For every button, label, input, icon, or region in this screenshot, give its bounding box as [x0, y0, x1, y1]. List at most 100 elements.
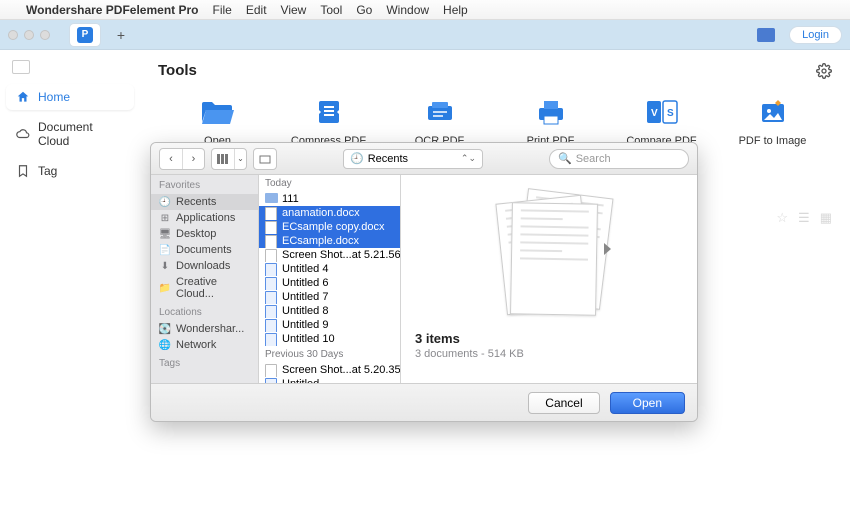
- traffic-light-minimize[interactable]: [24, 30, 34, 40]
- menu-help[interactable]: Help: [443, 3, 468, 17]
- settings-button[interactable]: [816, 63, 832, 79]
- document-icon: [265, 235, 277, 247]
- file-row[interactable]: anamation.docx: [259, 206, 400, 220]
- app-tab[interactable]: P: [70, 24, 100, 46]
- language-flag-icon[interactable]: [757, 28, 775, 42]
- sidebar-recents[interactable]: 🕘Recents: [151, 194, 258, 210]
- image-icon: [265, 249, 277, 261]
- sidebar-section-locations: Locations: [151, 302, 258, 321]
- tool-compare[interactable]: VS Compare PDF: [612, 97, 712, 147]
- cancel-button[interactable]: Cancel: [528, 392, 599, 414]
- document-icon: [265, 305, 277, 317]
- system-menubar: Wondershare PDFelement Pro File Edit Vie…: [0, 0, 850, 20]
- view-mode-segment: ⌄: [211, 148, 247, 170]
- printer-icon: [533, 97, 569, 127]
- sidebar-section-tags: Tags: [151, 353, 258, 372]
- group-button[interactable]: [254, 149, 276, 169]
- file-name: Untitled 4: [282, 263, 328, 275]
- file-list-column: Today 111anamation.docxECsample copy.doc…: [259, 175, 401, 383]
- clock-icon: 🕘: [350, 152, 364, 165]
- menu-view[interactable]: View: [281, 3, 307, 17]
- compress-icon: [311, 97, 347, 127]
- next-column-icon[interactable]: [604, 243, 611, 255]
- file-row[interactable]: Screen Shot...at 5.21.56 PM: [259, 248, 400, 262]
- file-name: Untitled 6: [282, 277, 328, 289]
- preview-subtitle: 3 documents - 514 KB: [415, 348, 524, 360]
- forward-button[interactable]: ›: [182, 149, 204, 169]
- preview-title: 3 items: [415, 331, 524, 346]
- traffic-light-close[interactable]: [8, 30, 18, 40]
- sidebar-downloads[interactable]: ⬇Downloads: [151, 258, 258, 274]
- file-name: Screen Shot...at 5.21.56 PM: [282, 249, 400, 261]
- star-icon[interactable]: ☆: [776, 210, 788, 226]
- file-name: ECsample copy.docx: [282, 221, 385, 233]
- login-button[interactable]: Login: [789, 26, 842, 44]
- file-row[interactable]: Untitled 6: [259, 276, 400, 290]
- file-row[interactable]: Untitled 9: [259, 318, 400, 332]
- sidebar-item-tag[interactable]: Tag: [6, 158, 134, 184]
- back-button[interactable]: ‹: [160, 149, 182, 169]
- file-row[interactable]: 111: [259, 192, 400, 206]
- file-row[interactable]: Untitled 10: [259, 332, 400, 346]
- search-placeholder: Search: [576, 153, 611, 165]
- search-icon: 🔍: [558, 152, 572, 165]
- location-popup[interactable]: 🕘 Recents ⌃⌄: [343, 149, 483, 169]
- open-button[interactable]: Open: [610, 392, 685, 414]
- file-row[interactable]: ECsample.docx: [259, 234, 400, 248]
- traffic-light-zoom[interactable]: [40, 30, 50, 40]
- sidebar-section-favorites: Favorites: [151, 175, 258, 194]
- document-icon: [265, 207, 277, 219]
- view-mode-icons: ☆ ☰ ▦: [776, 210, 832, 226]
- dialog-toolbar: ‹ › ⌄ 🕘 Recents ⌃⌄ 🔍 Search: [151, 143, 697, 175]
- tool-compress[interactable]: Compress PDF: [279, 97, 379, 147]
- file-row[interactable]: Untitled 8: [259, 304, 400, 318]
- sidebar-documents[interactable]: 📄Documents: [151, 242, 258, 258]
- file-row[interactable]: Untitled 7: [259, 290, 400, 304]
- sidebar-location-network[interactable]: 🌐Network: [151, 337, 258, 353]
- folder-icon: 📁: [159, 282, 171, 294]
- tool-pdf-to-image[interactable]: PDF to Image: [723, 97, 823, 147]
- list-icon[interactable]: ☰: [798, 210, 810, 226]
- sidebar-collapse-icon[interactable]: [12, 60, 30, 74]
- grid-icon[interactable]: ▦: [820, 210, 832, 226]
- file-name: Untitled 8: [282, 305, 328, 317]
- location-label: Recents: [368, 153, 408, 165]
- search-field[interactable]: 🔍 Search: [549, 149, 689, 169]
- chevron-updown-icon: ⌃⌄: [461, 153, 476, 164]
- file-row[interactable]: Untitled 4: [259, 262, 400, 276]
- tool-ocr[interactable]: OCR PDF: [390, 97, 490, 147]
- app-menu[interactable]: Wondershare PDFelement Pro: [26, 3, 199, 17]
- tool-label: PDF to Image: [739, 135, 807, 147]
- menu-tool[interactable]: Tool: [320, 3, 342, 17]
- sidebar-item-document-cloud[interactable]: Document Cloud: [6, 114, 134, 154]
- file-row[interactable]: Screen Shot...at 5.20.35 PM: [259, 363, 400, 377]
- menu-go[interactable]: Go: [356, 3, 372, 17]
- view-dropdown-button[interactable]: ⌄: [234, 149, 246, 169]
- menu-window[interactable]: Window: [386, 3, 429, 17]
- document-icon: [265, 221, 277, 233]
- sidebar-creative-cloud[interactable]: 📁Creative Cloud...: [151, 274, 258, 302]
- open-folder-icon: [200, 97, 236, 127]
- new-tab-button[interactable]: +: [110, 24, 132, 46]
- tools-grid: Open Compress PDF OCR PDF Print PDF VS C…: [158, 97, 832, 147]
- file-name: Untitled 7: [282, 291, 328, 303]
- file-name: Untitled 9: [282, 319, 328, 331]
- folder-icon: [265, 193, 277, 205]
- menu-file[interactable]: File: [213, 3, 232, 17]
- sidebar-applications[interactable]: ⊞Applications: [151, 210, 258, 226]
- sidebar-item-home[interactable]: Home: [6, 84, 134, 110]
- downloads-icon: ⬇: [159, 260, 171, 272]
- file-row[interactable]: ECsample copy.docx: [259, 220, 400, 234]
- group-segment: [253, 148, 277, 170]
- svg-text:V: V: [651, 108, 658, 119]
- sidebar-location-disk[interactable]: 💽Wondershar...: [151, 321, 258, 337]
- tool-open[interactable]: Open: [168, 97, 268, 147]
- file-name: ECsample.docx: [282, 235, 359, 247]
- tool-print[interactable]: Print PDF: [501, 97, 601, 147]
- menu-edit[interactable]: Edit: [246, 3, 267, 17]
- column-view-button[interactable]: [212, 149, 234, 169]
- sidebar-desktop[interactable]: 🖥Desktop: [151, 226, 258, 242]
- app-sidebar: Home Document Cloud Tag: [0, 50, 140, 523]
- cloud-icon: [16, 127, 30, 141]
- documents-icon: 📄: [159, 244, 171, 256]
